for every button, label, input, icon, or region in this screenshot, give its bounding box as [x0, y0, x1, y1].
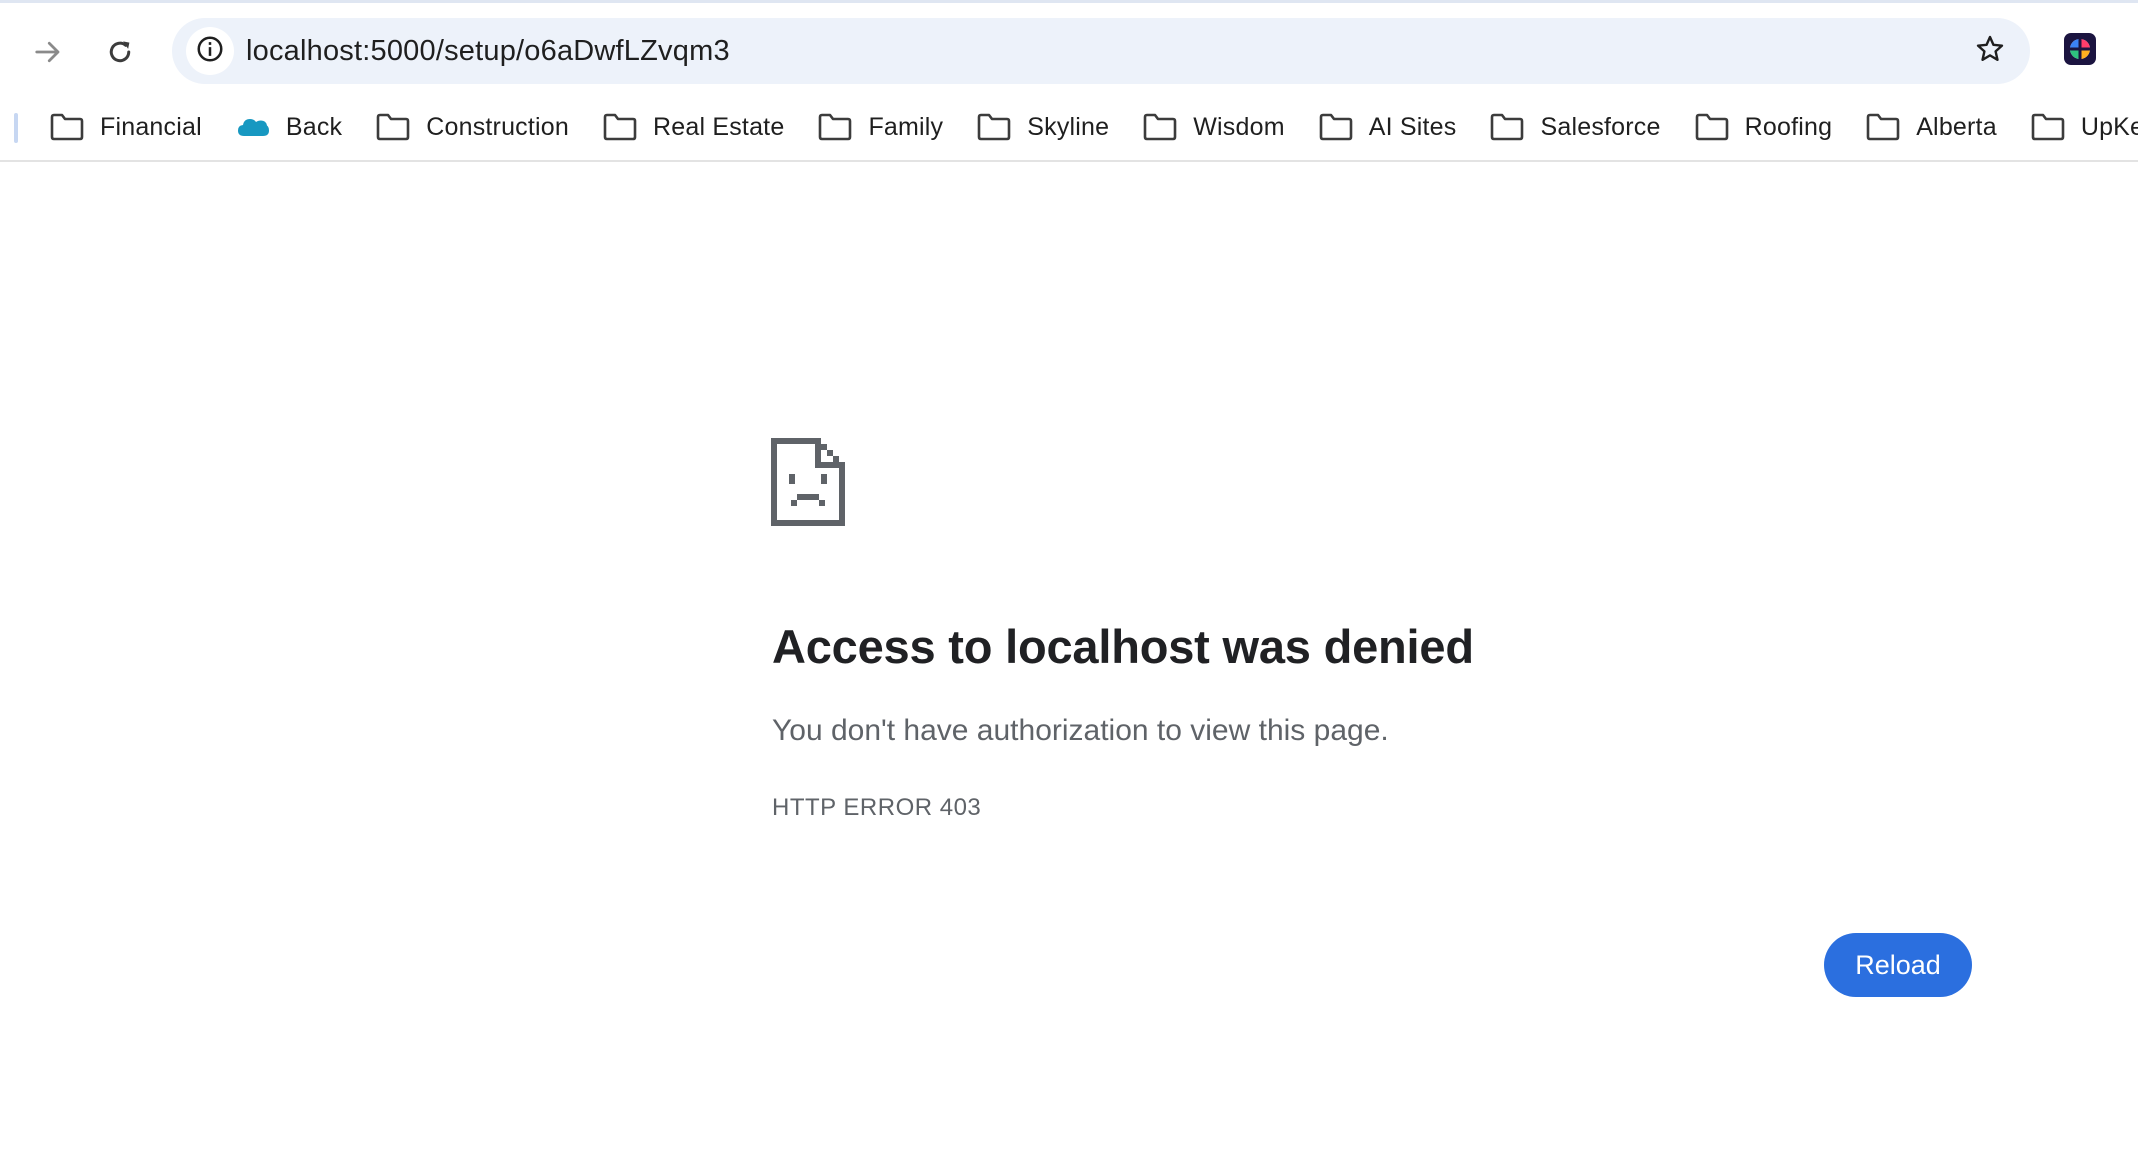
folder-icon	[376, 113, 410, 141]
bookmark-item[interactable]: Construction	[376, 102, 587, 152]
url-text[interactable]: localhost:5000/setup/o6aDwfLZvqm3	[246, 18, 730, 84]
error-title: Access to localhost was denied	[772, 620, 1474, 673]
reload-icon	[105, 37, 135, 67]
bookmark-label: UpKe	[2080, 112, 2138, 141]
folder-icon	[603, 113, 637, 141]
forward-button[interactable]	[18, 22, 78, 82]
folder-icon	[1319, 113, 1353, 141]
reload-toolbar-button[interactable]	[90, 22, 150, 82]
sad-document-icon	[771, 438, 845, 526]
folder-icon	[1866, 113, 1900, 141]
bookmark-item[interactable]: Back	[236, 102, 360, 152]
bookmark-label: Alberta	[1916, 112, 1997, 141]
folder-icon	[50, 113, 84, 141]
star-outline-icon	[1974, 33, 2006, 70]
extension-button[interactable]	[2060, 31, 2100, 71]
bookmark-star-button[interactable]	[1966, 27, 2014, 75]
bookmark-label: AI Sites	[1368, 112, 1457, 141]
address-bar[interactable]: localhost:5000/setup/o6aDwfLZvqm3	[172, 18, 2030, 84]
bookmark-item[interactable]: Alberta	[1866, 102, 2015, 152]
folder-icon	[1695, 113, 1729, 141]
bookmark-label: Salesforce	[1540, 112, 1661, 141]
bookmark-list: Financial Back Construction Real Estate Fami…	[50, 96, 2138, 158]
bookmark-label: Real Estate	[653, 112, 785, 141]
bookmark-item[interactable]: Salesforce	[1490, 102, 1678, 152]
bookmark-item[interactable]: Roofing	[1695, 102, 1851, 152]
salesforce-cloud-icon	[236, 113, 270, 141]
bookmark-item[interactable]: AI Sites	[1319, 102, 1475, 152]
bookmark-label: Construction	[426, 112, 569, 141]
arrow-right-icon	[33, 37, 63, 67]
reload-button[interactable]: Reload	[1824, 933, 1972, 997]
error-description: You don't have authorization to view thi…	[772, 714, 1389, 747]
site-info-button[interactable]	[186, 27, 234, 75]
bookmark-item[interactable]: UpKe	[2031, 102, 2138, 152]
folder-icon	[818, 113, 852, 141]
colorful-extension-icon	[2063, 32, 2097, 71]
bookmark-label: Back	[285, 112, 343, 141]
bookmark-item[interactable]: Real Estate	[603, 102, 802, 152]
bookmarks-separator	[14, 113, 18, 143]
info-circle-icon	[195, 34, 225, 69]
error-code: HTTP ERROR 403	[772, 794, 982, 821]
bookmark-label: Roofing	[1744, 112, 1833, 141]
folder-icon	[2031, 113, 2065, 141]
bookmark-item[interactable]: Wisdom	[1143, 102, 1302, 152]
bookmarks-bar: Financial Back Construction Real Estate Fami…	[0, 96, 2138, 162]
folder-icon	[1143, 113, 1177, 141]
browser-toolbar: localhost:5000/setup/o6aDwfLZvqm3	[0, 0, 2138, 96]
folder-icon	[1490, 113, 1524, 141]
bookmark-label: Family	[868, 112, 944, 141]
browser-window: localhost:5000/setup/o6aDwfLZvqm3 Financ…	[0, 0, 2138, 1170]
bookmark-label: Wisdom	[1193, 112, 1285, 141]
bookmark-item[interactable]: Skyline	[977, 102, 1127, 152]
bookmark-item[interactable]: Financial	[50, 102, 220, 152]
bookmark-label: Skyline	[1027, 112, 1110, 141]
bookmark-label: Financial	[100, 112, 202, 141]
folder-icon	[977, 113, 1011, 141]
bookmark-item[interactable]: Family	[818, 102, 961, 152]
error-page: Access to localhost was denied You don't…	[0, 164, 2138, 1170]
